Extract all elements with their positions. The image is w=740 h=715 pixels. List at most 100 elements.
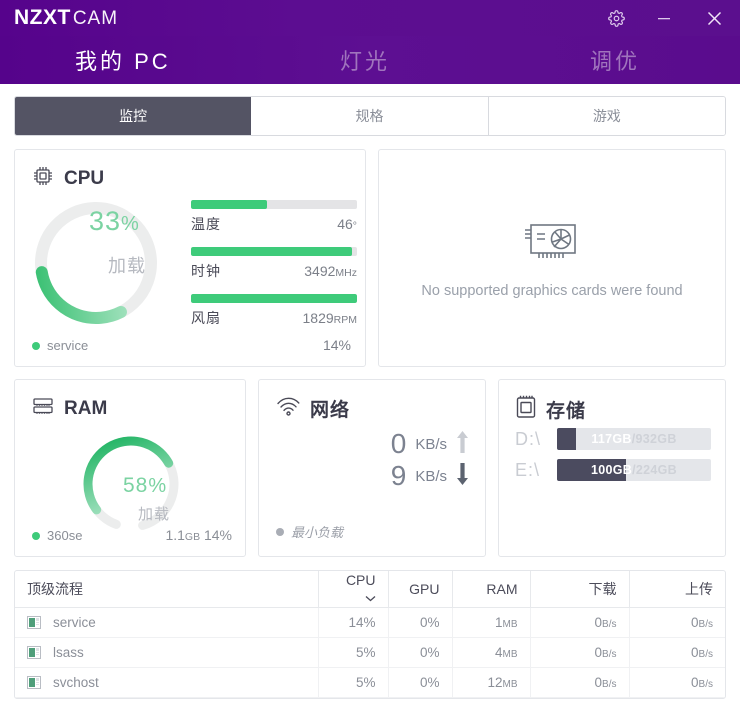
cpu-stat-fan: 风扇 1829RPM [191,294,357,328]
process-ram: 4MB [451,637,530,668]
network-status-label: 最小负载 [291,525,344,540]
cpu-temp-bar [191,200,357,209]
storage-drive-list: D:\ 117GB / 932GB E:\ 100GB / 224GB [515,428,711,490]
monitor-row-bottom: RAM 58% 加载 360se 1.1GB 14% 网络 0 KB/s 9 K… [14,379,726,557]
tab-monitoring[interactable]: 监控 [15,97,252,135]
storage-drive-icon [515,394,537,425]
cpu-clock-label: 时钟 [191,263,221,279]
ram-load-value: 58% [123,474,167,498]
cpu-chip-icon [31,164,55,193]
col-header-download[interactable]: 下载 [529,571,629,608]
ram-load-number: 58 [123,474,149,497]
process-cpu: 14% [317,607,388,638]
nav-item-tuning[interactable]: 调优 [590,44,640,76]
process-ram: 12MB [451,667,530,698]
cpu-card-title: CPU [64,167,105,189]
close-button[interactable] [688,0,740,36]
col-header-ram[interactable]: RAM [451,571,530,608]
process-download: 0B/s [529,607,629,638]
tab-bar: 监控 规格 游戏 [14,96,726,136]
process-upload: 0B/s [628,667,725,698]
tab-specs[interactable]: 规格 [251,97,489,135]
storage-card: 存储 D:\ 117GB / 932GB E:\ 100GB / 224GB [498,379,726,557]
process-download: 0B/s [529,637,629,668]
process-cpu: 5% [317,637,388,668]
title-bar: NZXT CAM [0,0,740,36]
cpu-fan-value: 1829RPM [302,310,358,326]
minimize-icon [657,12,671,24]
gear-icon [607,9,625,27]
cpu-top-process-value: 14% [322,337,351,353]
table-row[interactable]: service 14% 0% 1MB 0B/s 0B/s [15,607,725,638]
wifi-icon [275,394,301,423]
cpu-temp-label: 温度 [191,216,221,232]
arrow-down-icon [456,461,469,492]
process-gpu: 0% [387,637,452,668]
minimize-button[interactable] [640,0,688,36]
network-speeds: 0 KB/s 9 KB/s [391,428,469,492]
arrow-up-icon [456,429,469,460]
app-window-icon [27,645,41,659]
logo-cam: CAM [72,8,119,29]
process-download: 0B/s [529,667,629,698]
process-ram: 1MB [451,607,530,638]
network-card: 网络 0 KB/s 9 KB/s 最小负载 [258,379,486,557]
ram-card: RAM 58% 加载 360se 1.1GB 14% [14,379,246,557]
table-row[interactable]: svchost 5% 0% 12MB 0B/s 0B/s [15,667,725,698]
process-name: lsass [53,644,84,660]
window-controls [592,0,740,36]
col-header-upload[interactable]: 上传 [628,571,725,608]
storage-drive-used: 117GB [591,432,632,446]
app-window-icon [27,675,41,689]
process-upload: 0B/s [628,607,725,638]
cpu-top-process-name: service [47,338,89,353]
process-cpu: 5% [317,667,388,698]
cpu-load-percent-sign: % [121,213,140,235]
network-download-value: 9 [390,460,407,491]
cpu-load-value: 33% [89,206,140,237]
cpu-stat-temperature: 温度 46° [191,200,357,234]
storage-drive-letter: D:\ [515,428,542,449]
process-table-header: 顶级流程 CPU GPU RAM 下载 上传 [15,571,725,608]
network-card-title: 网络 [310,400,351,421]
ram-stick-icon [31,394,55,423]
cpu-temp-value: 46° [337,216,357,232]
ram-top-process-value: 1.1GB 14% [165,527,232,543]
col-header-process[interactable]: 顶级流程 [15,571,318,608]
app-logo: NZXT CAM [14,6,118,30]
tab-games[interactable]: 游戏 [488,97,725,135]
cpu-top-process-legend: service [32,338,88,353]
col-header-cpu[interactable]: CPU [317,571,388,608]
ram-top-process-legend: 360se [32,528,82,543]
nav-item-my-pc[interactable]: 我的 PC [75,44,171,76]
gpu-card: No supported graphics cards were found [378,149,726,367]
ram-card-title: RAM [64,397,108,419]
network-upload-row: 0 KB/s [391,428,469,460]
network-card-header: 网络 [259,380,485,423]
storage-drive-usage-text: 117GB / 932GB [591,432,677,446]
process-name: service [53,614,96,630]
gpu-empty-message: No supported graphics cards were found [421,282,683,299]
settings-button[interactable] [592,0,640,36]
storage-drive-total: 932GB [635,432,677,446]
monitor-row-top: CPU 33% 加载 温度 46° 时钟 3492MHz 风扇 1829RPM … [14,149,726,367]
close-icon [707,11,722,26]
network-status-legend: 最小负载 [276,522,343,541]
nav-item-lighting[interactable]: 灯光 [340,44,390,76]
network-upload-unit: KB/s [415,435,447,453]
storage-drive-row: E:\ 100GB / 224GB [515,459,711,481]
network-download-row: 9 KB/s [391,460,469,492]
ram-load-label: 加载 [138,506,171,523]
process-upload: 0B/s [628,637,725,668]
storage-drive-row: D:\ 117GB / 932GB [515,428,711,450]
main-nav: 我的 PC 灯光 调优 [0,36,740,84]
col-header-gpu[interactable]: GPU [387,571,452,608]
gray-dot-icon [276,527,284,536]
storage-drive-used: 100GB [591,463,633,477]
network-upload-value: 0 [390,428,407,459]
storage-drive-letter: E:\ [515,459,541,480]
storage-drive-bar: 100GB / 224GB [557,459,711,481]
table-row[interactable]: lsass 5% 0% 4MB 0B/s 0B/s [15,637,725,668]
page-body: 监控 规格 游戏 CPU 33% 加载 温度 46° 时钟 3492MHz 风扇… [0,96,740,699]
cpu-stat-list: 温度 46° 时钟 3492MHz 风扇 1829RPM [191,200,357,341]
